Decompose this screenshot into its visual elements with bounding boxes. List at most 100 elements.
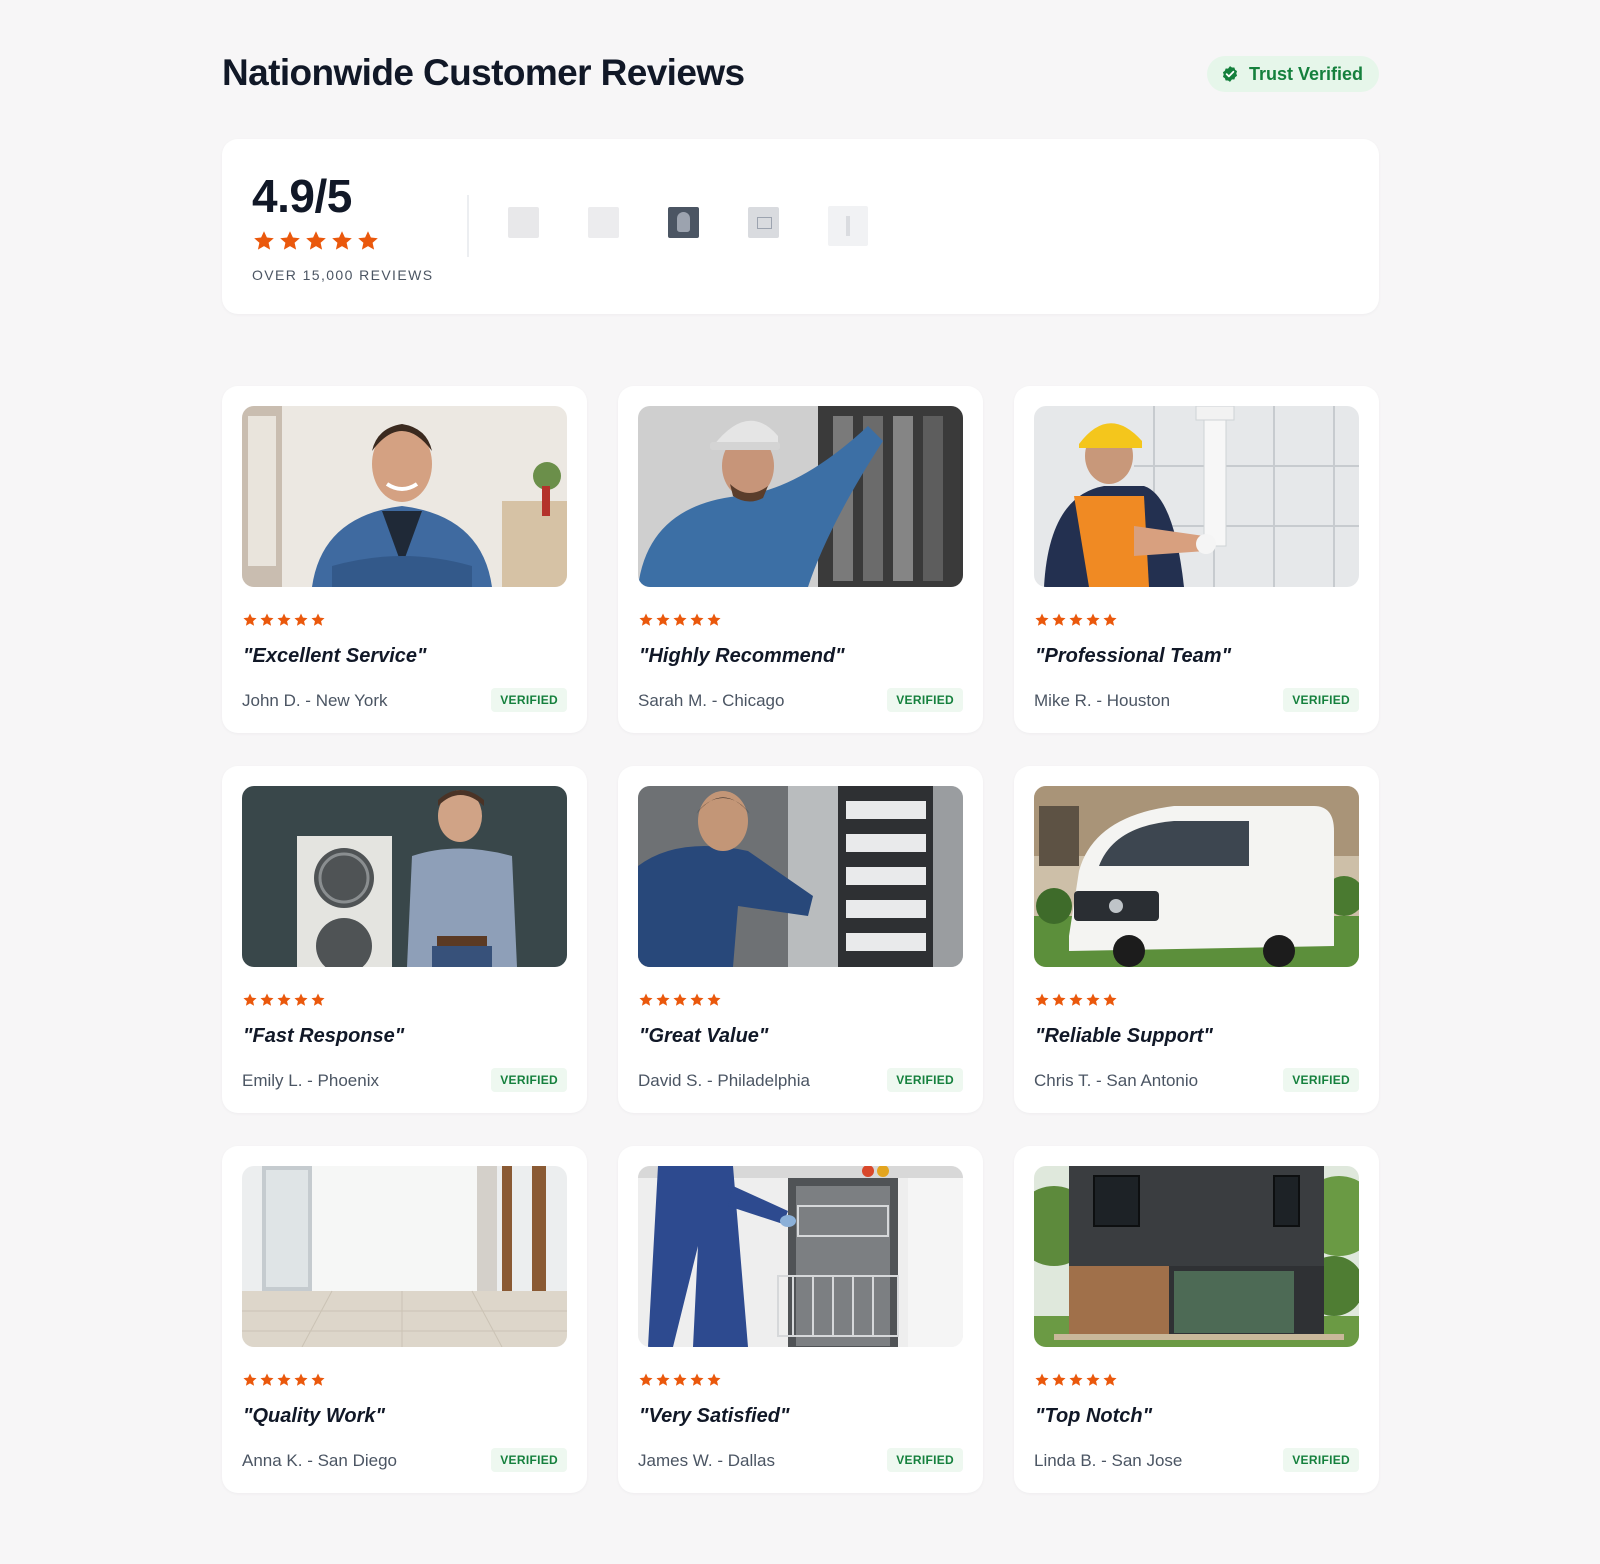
- star-icon: [243, 993, 257, 1006]
- review-card[interactable]: "Quality Work" Anna K. - San Diego VERIF…: [222, 1146, 587, 1493]
- star-icon: [1103, 993, 1117, 1006]
- star-icon: [1103, 613, 1117, 626]
- review-card[interactable]: "Great Value" David S. - Philadelphia VE…: [618, 766, 983, 1113]
- star-rating: [242, 612, 326, 628]
- star-rating: [638, 612, 722, 628]
- star-icon: [277, 993, 291, 1006]
- divider: [467, 195, 469, 257]
- page-header: Nationwide Customer Reviews Trust Verifi…: [222, 50, 1379, 98]
- review-author: Anna K. - San Diego: [242, 1451, 397, 1470]
- star-icon: [656, 613, 670, 626]
- review-photo-service-van: [1034, 786, 1359, 967]
- review-quote: "Quality Work": [243, 1405, 385, 1427]
- star-icon: [311, 613, 325, 626]
- review-quote: "Excellent Service": [243, 645, 427, 667]
- verified-badge: VERIFIED: [1283, 1068, 1359, 1092]
- review-photo-dishwasher: [638, 1166, 963, 1347]
- review-author: John D. - New York: [242, 691, 388, 710]
- star-icon: [1052, 993, 1066, 1006]
- verified-badge: VERIFIED: [887, 1068, 963, 1092]
- verified-badge: VERIFIED: [887, 688, 963, 712]
- review-card[interactable]: "Excellent Service" John D. - New York V…: [222, 386, 587, 733]
- star-rating: [638, 1372, 722, 1388]
- star-icon: [1035, 1373, 1049, 1386]
- partner-logo-2: [588, 207, 619, 238]
- star-icon: [1069, 993, 1083, 1006]
- review-quote: "Reliable Support": [1035, 1025, 1213, 1047]
- star-icon: [294, 993, 308, 1006]
- star-icon: [707, 1373, 721, 1386]
- verified-badge: VERIFIED: [491, 688, 567, 712]
- star-icon: [639, 993, 653, 1006]
- star-icon: [639, 613, 653, 626]
- review-card[interactable]: "Fast Response" Emily L. - Phoenix VERIF…: [222, 766, 587, 1113]
- partner-logo-1: [508, 207, 539, 238]
- star-rating: [242, 1372, 326, 1388]
- verified-badge: VERIFIED: [491, 1068, 567, 1092]
- review-author: James W. - Dallas: [638, 1451, 775, 1470]
- star-rating: [638, 992, 722, 1008]
- review-author: Linda B. - San Jose: [1034, 1451, 1183, 1470]
- review-photo-plumber: [1034, 406, 1359, 587]
- review-author: Chris T. - San Antonio: [1034, 1071, 1199, 1090]
- star-icon: [707, 993, 721, 1006]
- trust-verified-badge[interactable]: Trust Verified: [1206, 56, 1379, 92]
- review-quote: "Great Value": [639, 1025, 769, 1047]
- star-icon: [1103, 1373, 1117, 1386]
- partner-logos: [508, 206, 868, 246]
- review-author: David S. - Philadelphia: [638, 1071, 810, 1090]
- star-icon: [1069, 1373, 1083, 1386]
- page-title: Nationwide Customer Reviews: [222, 52, 745, 93]
- star-icon: [1035, 993, 1049, 1006]
- star-icon: [1069, 613, 1083, 626]
- review-photo-breaker-box: [638, 786, 963, 967]
- star-icon: [1052, 613, 1066, 626]
- review-photo-ac-technician: [242, 786, 567, 967]
- summary-star-rating: [252, 229, 380, 253]
- star-icon: [311, 1373, 325, 1386]
- star-icon: [260, 613, 274, 626]
- partner-logo-4: [748, 207, 779, 238]
- star-icon: [243, 613, 257, 626]
- star-rating: [1034, 612, 1118, 628]
- review-photo-renovated-room: [242, 1166, 567, 1347]
- star-icon: [673, 613, 687, 626]
- review-card[interactable]: "Highly Recommend" Sarah M. - Chicago VE…: [618, 386, 983, 733]
- star-icon: [1086, 1373, 1100, 1386]
- review-photo-electrician: [638, 406, 963, 587]
- review-quote: "Professional Team": [1035, 645, 1232, 667]
- star-rating: [1034, 1372, 1118, 1388]
- star-icon: [280, 231, 300, 250]
- review-quote: "Highly Recommend": [639, 645, 845, 667]
- review-quote: "Very Satisfied": [639, 1405, 790, 1427]
- star-icon: [358, 231, 378, 250]
- review-card[interactable]: "Very Satisfied" James W. - Dallas VERIF…: [618, 1146, 983, 1493]
- review-card[interactable]: "Top Notch" Linda B. - San Jose VERIFIED: [1014, 1146, 1379, 1493]
- star-icon: [1052, 1373, 1066, 1386]
- reviews-count: OVER 15,000 REVIEWS: [252, 267, 434, 283]
- star-icon: [673, 1373, 687, 1386]
- rating-summary-card: 4.9/5 OVER 15,000 REVIEWS: [222, 139, 1379, 314]
- review-author: Sarah M. - Chicago: [638, 691, 785, 710]
- star-icon: [1035, 613, 1049, 626]
- star-icon: [277, 1373, 291, 1386]
- verified-badge: VERIFIED: [887, 1448, 963, 1472]
- star-icon: [311, 993, 325, 1006]
- star-icon: [254, 231, 274, 250]
- verified-badge: VERIFIED: [1283, 688, 1359, 712]
- star-icon: [656, 1373, 670, 1386]
- overall-rating: 4.9/5: [252, 170, 352, 222]
- review-quote: "Fast Response": [243, 1025, 405, 1047]
- star-icon: [690, 613, 704, 626]
- review-card[interactable]: "Reliable Support" Chris T. - San Antoni…: [1014, 766, 1379, 1113]
- review-card[interactable]: "Professional Team" Mike R. - Houston VE…: [1014, 386, 1379, 733]
- review-author: Mike R. - Houston: [1034, 691, 1171, 710]
- star-icon: [690, 1373, 704, 1386]
- star-icon: [1086, 993, 1100, 1006]
- partner-logo-3: [668, 207, 699, 238]
- star-icon: [260, 993, 274, 1006]
- star-icon: [294, 1373, 308, 1386]
- star-icon: [306, 231, 326, 250]
- reviews-grid: "Excellent Service" John D. - New York V…: [222, 386, 1379, 1493]
- star-rating: [242, 992, 326, 1008]
